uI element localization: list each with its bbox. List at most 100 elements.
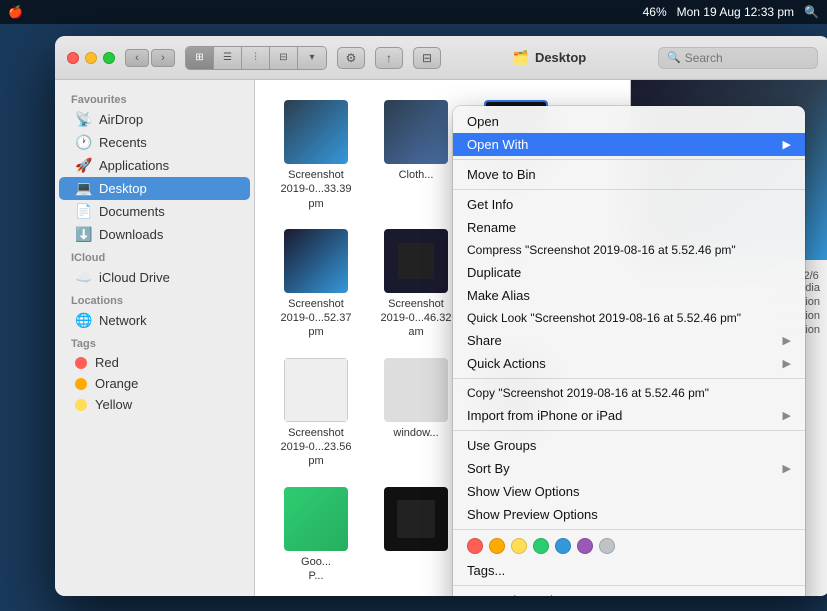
- sidebar-item-airdrop[interactable]: 📡 AirDrop: [59, 108, 250, 131]
- sidebar: Favourites 📡 AirDrop 🕐 Recents 🚀 Applica…: [55, 80, 255, 596]
- back-button[interactable]: ‹: [125, 49, 149, 67]
- ctx-make-alias[interactable]: Make Alias: [453, 284, 805, 307]
- tag-orange-label: Orange: [95, 376, 138, 391]
- ctx-import-iphone[interactable]: Import from iPhone or iPad ▶: [453, 404, 805, 427]
- window-title: Desktop: [535, 50, 586, 65]
- ctx-sep-1: [453, 159, 805, 160]
- ctx-open[interactable]: Open: [453, 110, 805, 133]
- ctx-compress[interactable]: Compress "Screenshot 2019-08-16 at 5.52.…: [453, 239, 805, 261]
- ctx-sep-6: [453, 585, 805, 586]
- minimize-button[interactable]: [85, 52, 97, 64]
- sidebar-item-icloud-drive[interactable]: ☁️ iCloud Drive: [59, 266, 250, 289]
- file-thumb-4: [384, 229, 448, 293]
- close-button[interactable]: [67, 52, 79, 64]
- search-bar[interactable]: 🔍: [658, 47, 818, 69]
- search-input[interactable]: [685, 51, 809, 65]
- file-label-9: Goo...P...: [301, 555, 331, 584]
- menubar-left: 🍎: [8, 5, 23, 19]
- ctx-move-to-bin[interactable]: Move to Bin: [453, 163, 805, 186]
- ctx-show-view-options[interactable]: Show View Options: [453, 480, 805, 503]
- tag-yellow-label: Yellow: [95, 397, 132, 412]
- search-icon: 🔍: [667, 51, 681, 64]
- file-item-9[interactable]: Goo...P...: [271, 483, 361, 588]
- ctx-color-blue[interactable]: [555, 538, 571, 554]
- file-item-6[interactable]: Screenshot2019-0...23.56 pm: [271, 354, 361, 473]
- ctx-set-desktop[interactable]: Set Desktop Picture: [453, 589, 805, 596]
- sidebar-item-applications[interactable]: 🚀 Applications: [59, 154, 250, 177]
- sidebar-item-tag-red[interactable]: Red: [59, 352, 250, 373]
- file-item-3[interactable]: Screenshot2019-0...52.37 pm: [271, 225, 361, 344]
- file-thumb-2: [384, 100, 448, 164]
- ctx-tags-label: Tags...: [467, 563, 505, 578]
- sidebar-item-documents[interactable]: 📄 Documents: [59, 200, 250, 223]
- ctx-color-red[interactable]: [467, 538, 483, 554]
- ctx-use-groups-label: Use Groups: [467, 438, 536, 453]
- ctx-color-green[interactable]: [533, 538, 549, 554]
- titlebar: ‹ › ⊞ ☰ ⫶ ⊟ ▾ ⚙ ↑ ⊟ 🗂️ Desktop 🔍: [55, 36, 827, 80]
- ctx-open-with-label: Open With: [467, 137, 528, 152]
- ctx-color-orange[interactable]: [489, 538, 505, 554]
- network-icon: 🌐: [75, 312, 91, 329]
- file-thumb-6: [284, 358, 348, 422]
- list-view-btn[interactable]: ☰: [214, 47, 242, 69]
- ctx-tags[interactable]: Tags...: [453, 559, 805, 582]
- ctx-duplicate[interactable]: Duplicate: [453, 261, 805, 284]
- ctx-show-preview-options[interactable]: Show Preview Options: [453, 503, 805, 526]
- ctx-sort-by-label: Sort By: [467, 461, 510, 476]
- sidebar-item-tag-yellow[interactable]: Yellow: [59, 394, 250, 415]
- file-thumb-1: [284, 100, 348, 164]
- ctx-color-yellow[interactable]: [511, 538, 527, 554]
- ctx-set-desktop-label: Set Desktop Picture: [467, 593, 582, 596]
- file-item-10[interactable]: [371, 483, 461, 588]
- column-view-btn[interactable]: ⫶: [242, 47, 270, 69]
- documents-label: Documents: [99, 204, 165, 219]
- file-item-2[interactable]: Cloth...: [371, 96, 461, 215]
- sidebar-item-tag-orange[interactable]: Orange: [59, 373, 250, 394]
- file-label-2: Cloth...: [399, 168, 434, 182]
- sidebar-item-desktop[interactable]: 💻 Desktop: [59, 177, 250, 200]
- tag-red-dot: [75, 357, 87, 369]
- ctx-quick-look[interactable]: Quick Look "Screenshot 2019-08-16 at 5.5…: [453, 307, 805, 329]
- sidebar-item-network[interactable]: 🌐 Network: [59, 309, 250, 332]
- gallery-view-btn[interactable]: ⊟: [270, 47, 298, 69]
- ctx-show-preview-options-label: Show Preview Options: [467, 507, 598, 522]
- ctx-sort-by[interactable]: Sort By ▶: [453, 457, 805, 480]
- arrange-button[interactable]: ⊟: [413, 47, 441, 69]
- menubar-search-icon[interactable]: 🔍: [804, 5, 819, 19]
- titlebar-title: 🗂️ Desktop: [451, 50, 648, 66]
- sidebar-item-downloads[interactable]: ⬇️ Downloads: [59, 223, 250, 246]
- ctx-use-groups[interactable]: Use Groups: [453, 434, 805, 457]
- file-label-4: Screenshot2019-0...46.32 am: [376, 297, 456, 340]
- ctx-duplicate-label: Duplicate: [467, 265, 521, 280]
- desktop-label: Desktop: [99, 181, 147, 196]
- file-item-7[interactable]: window...: [371, 354, 461, 473]
- ctx-quick-actions[interactable]: Quick Actions ▶: [453, 352, 805, 375]
- ctx-import-iphone-label: Import from iPhone or iPad: [467, 408, 622, 423]
- ctx-open-label: Open: [467, 114, 499, 129]
- forward-button[interactable]: ›: [151, 49, 175, 67]
- ctx-rename[interactable]: Rename: [453, 216, 805, 239]
- menubar-datetime: Mon 19 Aug 12:33 pm: [677, 5, 794, 19]
- file-item-1[interactable]: Screenshot2019-0...33.39 pm: [271, 96, 361, 215]
- sidebar-item-recents[interactable]: 🕐 Recents: [59, 131, 250, 154]
- apple-icon[interactable]: 🍎: [8, 5, 23, 19]
- ctx-get-info[interactable]: Get Info: [453, 193, 805, 216]
- ctx-color-purple[interactable]: [577, 538, 593, 554]
- share-button[interactable]: ↑: [375, 47, 403, 69]
- ctx-tag-colors: [453, 533, 805, 559]
- file-thumb-9: [284, 487, 348, 551]
- file-item-4[interactable]: Screenshot2019-0...46.32 am: [371, 225, 461, 344]
- ctx-sort-by-chevron: ▶: [783, 462, 791, 475]
- maximize-button[interactable]: [103, 52, 115, 64]
- ctx-color-gray[interactable]: [599, 538, 615, 554]
- icloud-icon: ☁️: [75, 269, 91, 286]
- action-button[interactable]: ⚙: [337, 47, 365, 69]
- ctx-sep-3: [453, 378, 805, 379]
- view-dropdown-btn[interactable]: ▾: [298, 47, 326, 69]
- ctx-open-with[interactable]: Open With ▶: [453, 133, 805, 156]
- ctx-share[interactable]: Share ▶: [453, 329, 805, 352]
- icon-view-btn[interactable]: ⊞: [186, 47, 214, 69]
- ctx-copy[interactable]: Copy "Screenshot 2019-08-16 at 5.52.46 p…: [453, 382, 805, 404]
- applications-icon: 🚀: [75, 157, 91, 174]
- documents-icon: 📄: [75, 203, 91, 220]
